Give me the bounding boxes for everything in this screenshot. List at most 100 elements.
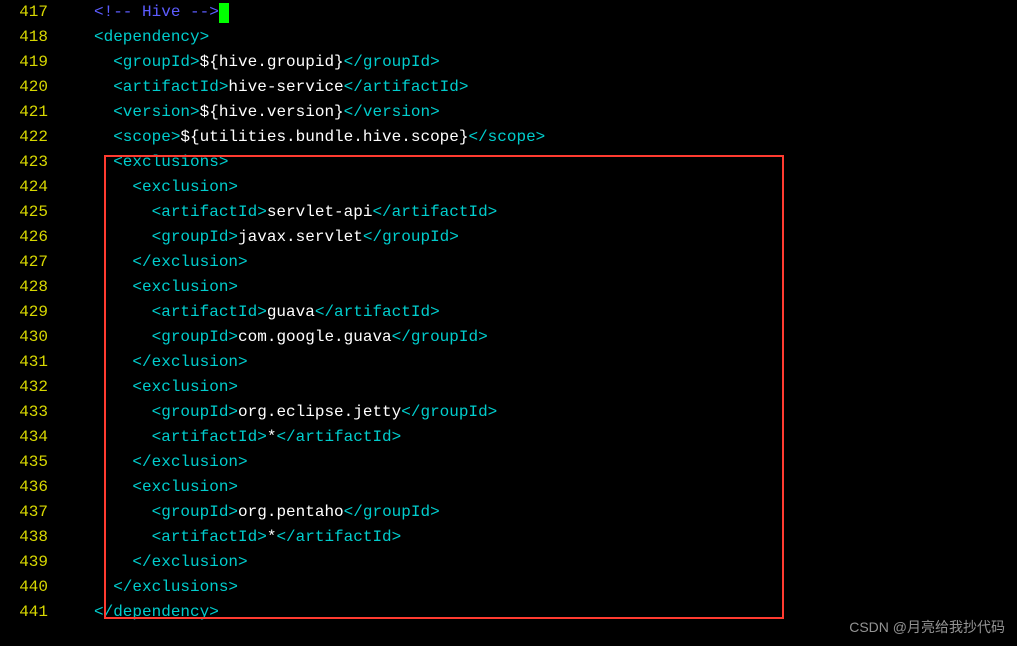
code-line[interactable]: 425 <artifactId>servlet-api</artifactId> bbox=[0, 200, 1017, 225]
code-line[interactable]: 433 <groupId>org.eclipse.jetty</groupId> bbox=[0, 400, 1017, 425]
code-content[interactable]: <groupId>${hive.groupid}</groupId> bbox=[54, 50, 440, 75]
line-number: 432 bbox=[0, 375, 54, 400]
code-line[interactable]: 420 <artifactId>hive-service</artifactId… bbox=[0, 75, 1017, 100]
code-token: <exclusion> bbox=[132, 378, 238, 396]
line-number: 418 bbox=[0, 25, 54, 50]
code-content[interactable]: </exclusion> bbox=[54, 550, 248, 575]
line-number: 441 bbox=[0, 600, 54, 625]
line-number: 417 bbox=[0, 0, 54, 25]
code-editor[interactable]: 417 <!-- Hive --> 418<dependency>419 <gro… bbox=[0, 0, 1017, 625]
code-content[interactable]: <exclusion> bbox=[54, 375, 238, 400]
code-token: </exclusions> bbox=[113, 578, 238, 596]
line-number: 420 bbox=[0, 75, 54, 100]
code-content[interactable]: <groupId>com.google.guava</groupId> bbox=[54, 325, 488, 350]
code-token: <exclusions> bbox=[113, 153, 228, 171]
code-line[interactable]: 427 </exclusion> bbox=[0, 250, 1017, 275]
code-line[interactable]: 434 <artifactId>*</artifactId> bbox=[0, 425, 1017, 450]
code-content[interactable]: </exclusion> bbox=[54, 450, 248, 475]
code-line[interactable]: 439 </exclusion> bbox=[0, 550, 1017, 575]
code-content[interactable]: <dependency> bbox=[54, 25, 209, 50]
code-line[interactable]: 438 <artifactId>*</artifactId> bbox=[0, 525, 1017, 550]
line-number: 430 bbox=[0, 325, 54, 350]
code-line[interactable]: 419 <groupId>${hive.groupid}</groupId> bbox=[0, 50, 1017, 75]
code-token: <groupId> bbox=[152, 328, 238, 346]
code-content[interactable]: <groupId>javax.servlet</groupId> bbox=[54, 225, 459, 250]
line-number: 433 bbox=[0, 400, 54, 425]
code-token: <groupId> bbox=[113, 53, 199, 71]
code-token: guava bbox=[267, 303, 315, 321]
line-number: 436 bbox=[0, 475, 54, 500]
code-content[interactable]: <artifactId>*</artifactId> bbox=[54, 525, 401, 550]
code-token: ${hive.version} bbox=[200, 103, 344, 121]
line-number: 419 bbox=[0, 50, 54, 75]
line-number: 437 bbox=[0, 500, 54, 525]
code-token: <artifactId> bbox=[152, 203, 267, 221]
line-number: 428 bbox=[0, 275, 54, 300]
code-line[interactable]: 440 </exclusions> bbox=[0, 575, 1017, 600]
code-line[interactable]: 421 <version>${hive.version}</version> bbox=[0, 100, 1017, 125]
code-line[interactable]: 432 <exclusion> bbox=[0, 375, 1017, 400]
code-line[interactable]: 429 <artifactId>guava</artifactId> bbox=[0, 300, 1017, 325]
line-number: 427 bbox=[0, 250, 54, 275]
code-content[interactable]: <exclusion> bbox=[54, 175, 238, 200]
code-content[interactable]: <exclusions> bbox=[54, 150, 228, 175]
code-line[interactable]: 437 <groupId>org.pentaho</groupId> bbox=[0, 500, 1017, 525]
code-content[interactable]: </dependency> bbox=[54, 600, 219, 625]
code-token: <groupId> bbox=[152, 228, 238, 246]
code-token: <version> bbox=[113, 103, 199, 121]
code-line[interactable]: 426 <groupId>javax.servlet</groupId> bbox=[0, 225, 1017, 250]
line-number: 425 bbox=[0, 200, 54, 225]
code-token: ${hive.groupid} bbox=[200, 53, 344, 71]
code-token: </artifactId> bbox=[276, 428, 401, 446]
code-content[interactable]: <artifactId>servlet-api</artifactId> bbox=[54, 200, 497, 225]
code-content[interactable]: <exclusion> bbox=[54, 275, 238, 300]
code-content[interactable]: <version>${hive.version}</version> bbox=[54, 100, 440, 125]
code-token: </groupId> bbox=[363, 228, 459, 246]
code-content[interactable]: <artifactId>guava</artifactId> bbox=[54, 300, 440, 325]
code-content[interactable]: <exclusion> bbox=[54, 475, 238, 500]
code-token: </exclusion> bbox=[132, 453, 247, 471]
code-token: <artifactId> bbox=[152, 303, 267, 321]
code-content[interactable]: </exclusion> bbox=[54, 250, 248, 275]
code-token: hive-service bbox=[228, 78, 343, 96]
code-line[interactable]: 430 <groupId>com.google.guava</groupId> bbox=[0, 325, 1017, 350]
code-line[interactable]: 424 <exclusion> bbox=[0, 175, 1017, 200]
code-token: <scope> bbox=[113, 128, 180, 146]
code-line[interactable]: 423 <exclusions> bbox=[0, 150, 1017, 175]
code-token: </groupId> bbox=[344, 503, 440, 521]
code-line[interactable]: 428 <exclusion> bbox=[0, 275, 1017, 300]
code-line[interactable]: 435 </exclusion> bbox=[0, 450, 1017, 475]
code-token: <!-- Hive --> bbox=[94, 3, 219, 21]
code-token: </artifactId> bbox=[372, 203, 497, 221]
code-content[interactable]: </exclusion> bbox=[54, 350, 248, 375]
code-content[interactable]: <groupId>org.eclipse.jetty</groupId> bbox=[54, 400, 497, 425]
code-line[interactable]: 422 <scope>${utilities.bundle.hive.scope… bbox=[0, 125, 1017, 150]
code-content[interactable]: <!-- Hive --> bbox=[54, 0, 229, 25]
code-token: </dependency> bbox=[94, 603, 219, 621]
code-line[interactable]: 417 <!-- Hive --> bbox=[0, 0, 1017, 25]
code-token: org.pentaho bbox=[238, 503, 344, 521]
code-token: javax.servlet bbox=[238, 228, 363, 246]
line-number: 424 bbox=[0, 175, 54, 200]
code-line[interactable]: 431 </exclusion> bbox=[0, 350, 1017, 375]
code-content[interactable]: <groupId>org.pentaho</groupId> bbox=[54, 500, 440, 525]
line-number: 435 bbox=[0, 450, 54, 475]
code-token: </artifactId> bbox=[276, 528, 401, 546]
code-token: </artifactId> bbox=[315, 303, 440, 321]
code-content[interactable]: </exclusions> bbox=[54, 575, 238, 600]
line-number: 431 bbox=[0, 350, 54, 375]
code-token: <groupId> bbox=[152, 403, 238, 421]
code-content[interactable]: <artifactId>*</artifactId> bbox=[54, 425, 401, 450]
code-line[interactable]: 436 <exclusion> bbox=[0, 475, 1017, 500]
code-token: </exclusion> bbox=[132, 353, 247, 371]
code-token: * bbox=[267, 528, 277, 546]
code-content[interactable]: <artifactId>hive-service</artifactId> bbox=[54, 75, 468, 100]
code-token: <artifactId> bbox=[113, 78, 228, 96]
code-content[interactable]: <scope>${utilities.bundle.hive.scope}</s… bbox=[54, 125, 545, 150]
code-token: <exclusion> bbox=[132, 178, 238, 196]
code-line[interactable]: 418<dependency> bbox=[0, 25, 1017, 50]
code-token: </artifactId> bbox=[344, 78, 469, 96]
code-token: </groupId> bbox=[401, 403, 497, 421]
line-number: 423 bbox=[0, 150, 54, 175]
watermark: CSDN @月亮给我抄代码 bbox=[849, 615, 1005, 640]
